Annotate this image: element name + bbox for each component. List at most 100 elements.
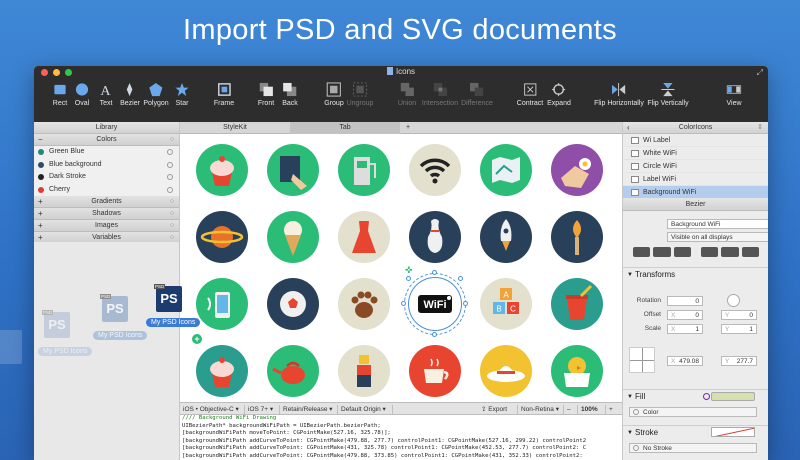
stroke-type-select[interactable]: No Stroke <box>629 443 757 453</box>
toolbar-expand-button[interactable]: Expand <box>547 82 571 107</box>
resize-handle[interactable] <box>463 301 468 306</box>
toolbar-ungroup-button[interactable]: Ungroup <box>347 82 373 107</box>
language-select[interactable]: iOS • Objective-C ▾ <box>180 405 245 414</box>
ice-cream-icon[interactable] <box>267 211 319 263</box>
coffee-cup-icon[interactable] <box>409 345 461 397</box>
align-right-button[interactable] <box>673 247 691 257</box>
teapot-icon[interactable] <box>267 345 319 397</box>
toolbar-bring-front-button[interactable]: Front <box>258 82 274 107</box>
toolbar-group-button[interactable]: Group <box>324 82 344 107</box>
position-x-field[interactable]: X 479.08 <box>667 356 703 366</box>
tab-tab[interactable]: Tab <box>290 122 400 134</box>
toolbar-flip-vertical-button[interactable]: Flip Vertically <box>647 82 689 107</box>
library-section-gradients[interactable]: + Gradients ○ <box>34 196 179 208</box>
color-item[interactable]: Dark Stroke <box>34 171 179 184</box>
color-item[interactable]: Green Blue <box>34 146 179 159</box>
toolbar-star-button[interactable]: Star <box>175 82 190 107</box>
sun-hat-icon[interactable] <box>480 345 532 397</box>
origin-select[interactable]: Default Origin ▾ <box>338 405 393 414</box>
toolbar-flip-horizontal-button[interactable]: Flip Horizontally <box>594 82 644 107</box>
add-item-icon[interactable]: ○ <box>170 196 174 208</box>
disclosure-triangle-icon[interactable]: ▼ <box>627 268 633 282</box>
resize-handle[interactable] <box>458 276 463 281</box>
radio-icon[interactable] <box>167 149 173 155</box>
phone-wifi-icon[interactable] <box>196 278 248 330</box>
expand-icon[interactable]: + <box>38 220 43 232</box>
code-view[interactable]: //// Background WiFi Drawing UIBezierPath… <box>180 415 622 460</box>
zoom-in-button[interactable]: + <box>606 405 620 414</box>
scale-x-field[interactable]: X1 <box>667 324 703 334</box>
retina-select[interactable]: Non-Retina ▾ <box>518 405 564 414</box>
toolbar-polygon-button[interactable]: Polygon <box>143 82 169 107</box>
zoom-out-button[interactable]: – <box>564 405 578 414</box>
library-section-images[interactable]: + Images ○ <box>34 220 179 232</box>
torch-icon[interactable] <box>551 211 603 263</box>
layer-item[interactable]: Circle WiFi <box>623 160 768 173</box>
stroke-preview[interactable] <box>711 427 755 437</box>
radio-icon[interactable] <box>167 161 173 168</box>
cupcake-icon[interactable] <box>196 144 248 196</box>
memory-select[interactable]: Retain/Release ▾ <box>280 405 338 414</box>
disclosure-triangle-icon[interactable]: ▼ <box>627 426 633 440</box>
align-center-button[interactable] <box>653 247 671 257</box>
hand-flower-icon[interactable] <box>551 144 603 196</box>
toolbar-bezier-button[interactable]: Bezier <box>120 82 140 107</box>
toolbar-rect-button[interactable]: Rect <box>53 82 68 107</box>
transforms-header[interactable]: ▼ Transforms <box>623 267 768 281</box>
layer-item[interactable]: Wi Label <box>623 134 768 147</box>
toolbar-frame-button[interactable]: Frame <box>214 82 234 107</box>
fullscreen-icon[interactable]: ⤢ <box>757 68 763 78</box>
scale-y-field[interactable]: Y1 <box>721 324 757 334</box>
toolbar-view-button[interactable]: View <box>726 82 742 107</box>
expand-icon[interactable]: + <box>38 208 43 220</box>
position-y-field[interactable]: Y 277.7 <box>721 356 757 366</box>
soccer-ball-icon[interactable] <box>267 278 319 330</box>
color-item[interactable]: Cherry <box>34 184 179 197</box>
distribute-v-button[interactable] <box>721 247 739 257</box>
muffin-icon[interactable] <box>196 345 248 397</box>
colors-section-header[interactable]: − Colors ○ <box>34 134 179 146</box>
hand-book-icon[interactable] <box>267 144 319 196</box>
gas-pump-icon[interactable] <box>338 144 390 196</box>
toolbar-send-back-button[interactable]: Back <box>282 82 298 107</box>
resize-handle[interactable] <box>401 301 406 306</box>
resize-handle[interactable] <box>432 332 437 337</box>
radio-icon[interactable] <box>167 186 173 193</box>
align-left-button[interactable] <box>633 247 651 257</box>
visibility-select[interactable]: Visible on all displays⌄ <box>667 232 768 242</box>
layers-collapse-icon[interactable]: ‹ <box>627 122 630 134</box>
resize-handle[interactable] <box>432 270 437 275</box>
fill-options-icon[interactable] <box>703 393 710 400</box>
radio-icon[interactable] <box>167 174 173 180</box>
pivot-handle-icon[interactable]: ✜ <box>405 266 413 275</box>
offset-y-field[interactable]: Y0 <box>721 310 757 320</box>
fill-type-select[interactable]: Color <box>629 407 757 417</box>
expand-icon[interactable]: + <box>38 196 43 208</box>
layer-item[interactable]: Background WiFi <box>623 186 768 199</box>
dress-icon[interactable] <box>338 211 390 263</box>
paint-bucket-icon[interactable] <box>551 278 603 330</box>
rocket-icon[interactable] <box>480 211 532 263</box>
wifi-icon[interactable] <box>409 144 461 196</box>
paw-icon[interactable] <box>338 278 390 330</box>
fill-color-well[interactable] <box>711 392 755 401</box>
add-item-icon[interactable]: ○ <box>170 208 174 220</box>
distribute-h-button[interactable] <box>700 247 719 257</box>
rotation-field[interactable]: 0 <box>667 296 703 306</box>
layers-stepper-icon[interactable]: ⇕ <box>757 122 763 134</box>
tab-stylekit[interactable]: StyleKit <box>180 122 290 134</box>
drawing-canvas[interactable]: WiFi A B C ✜ <box>180 134 622 402</box>
lego-figure-icon[interactable] <box>338 345 390 397</box>
name-field[interactable]: Background WiFi <box>667 219 768 229</box>
add-tab-button[interactable]: + <box>400 122 416 134</box>
layer-item[interactable]: White WiFi <box>623 147 768 160</box>
chick-icon[interactable] <box>551 345 603 397</box>
anchor-crosshair-icon[interactable] <box>629 347 655 373</box>
add-item-icon[interactable]: ○ <box>170 220 174 232</box>
layer-item[interactable]: Label WiFi <box>623 173 768 186</box>
toolbar-oval-button[interactable]: Oval <box>75 82 90 107</box>
collapse-icon[interactable]: − <box>38 134 43 146</box>
map-icon[interactable] <box>480 144 532 196</box>
distribute-c-button[interactable] <box>741 247 759 257</box>
offset-x-field[interactable]: X0 <box>667 310 703 320</box>
